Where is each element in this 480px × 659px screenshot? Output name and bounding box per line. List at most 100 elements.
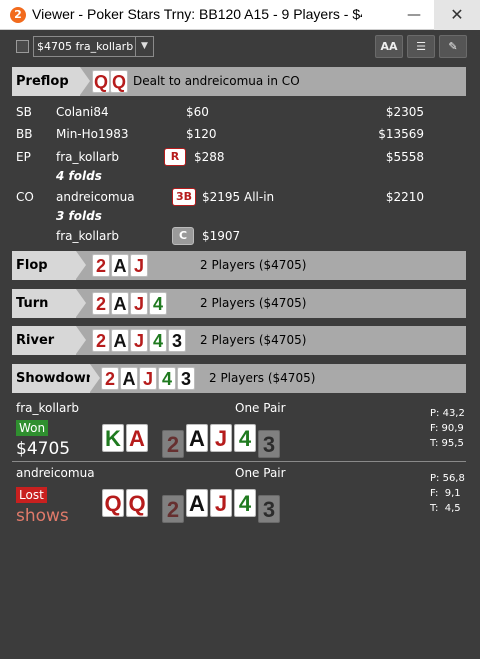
toolbar: $4705 fra_kollarb ▼ AA ☰ ✎ xyxy=(0,31,480,61)
board-card: 3 xyxy=(168,329,186,352)
stat-p: P: 43,2 xyxy=(430,408,465,419)
player-name: fra_kollarb xyxy=(56,229,119,243)
player-name: andreicomua xyxy=(16,466,95,480)
street-river: River 2 A J 4 3 2 Players ($4705) xyxy=(12,326,466,355)
player-name: andreicomua xyxy=(56,190,135,204)
edit-button[interactable]: ✎ xyxy=(439,35,467,58)
board-card: 4 xyxy=(234,424,256,452)
board-card: A xyxy=(111,329,129,352)
won-amount: $4705 xyxy=(16,439,71,459)
street-info: 2 Players ($4705) xyxy=(209,371,316,385)
player-name: Colani84 xyxy=(56,105,109,119)
hole-card: Q xyxy=(110,70,128,93)
list-icon: ☰ xyxy=(416,40,426,53)
street-flop: Flop 2 A J 2 Players ($4705) xyxy=(12,251,466,280)
board-card: A xyxy=(186,489,208,517)
font-size-button[interactable]: AA xyxy=(375,35,403,58)
stat-t: T: 95,5 xyxy=(430,438,464,449)
position: CO xyxy=(16,190,34,204)
app-icon: 2 xyxy=(10,7,26,23)
hand-rank: One Pair xyxy=(235,401,286,415)
shows-label: shows xyxy=(16,506,69,526)
dealt-text: Dealt to andreicomua in CO xyxy=(133,74,300,88)
stack: $2210 xyxy=(385,190,424,204)
action-badge-3bet: 3B xyxy=(172,188,197,206)
board-card: 4 xyxy=(149,292,167,315)
chevron-down-icon[interactable]: ▼ xyxy=(135,37,153,56)
street-label: Flop xyxy=(12,251,76,280)
action-badge-raise: R xyxy=(164,148,186,166)
board-card: J xyxy=(210,424,232,452)
position: BB xyxy=(16,127,33,141)
board-card: A xyxy=(111,292,129,315)
position: EP xyxy=(16,150,31,164)
player-name: Min-Ho1983 xyxy=(56,127,129,141)
street-arrow xyxy=(76,326,86,354)
board-card: 2 xyxy=(92,254,110,277)
stack: $13569 xyxy=(378,127,424,141)
board-card: 2 xyxy=(92,329,110,352)
street-arrow xyxy=(76,289,86,317)
stack: $2305 xyxy=(385,105,424,119)
street-showdown: Showdown 2 A J 4 3 2 Players ($4705) xyxy=(12,364,466,393)
stack: $5558 xyxy=(385,150,424,164)
position: SB xyxy=(16,105,32,119)
stat-p: P: 56,8 xyxy=(430,473,465,484)
stat-t: T: 4,5 xyxy=(430,503,461,514)
status-badge-lost: Lost xyxy=(16,487,47,503)
hand-select[interactable]: $4705 fra_kollarb ▼ xyxy=(33,36,154,57)
window-title: Viewer - Poker Stars Trny: BB120 A15 - 9… xyxy=(32,6,362,22)
player-name: fra_kollarb xyxy=(16,401,79,415)
stat-f: F: 90,9 xyxy=(430,423,464,434)
board-card: 4 xyxy=(149,329,167,352)
board-card: 4 xyxy=(158,367,176,390)
action-amount: $60 xyxy=(186,105,209,119)
board-card: J xyxy=(130,292,148,315)
street-info: 2 Players ($4705) xyxy=(200,296,307,310)
street-info: 2 Players ($4705) xyxy=(200,258,307,272)
board-card: 3 xyxy=(177,367,195,390)
pencil-icon: ✎ xyxy=(448,40,458,53)
folds-count: 3 folds xyxy=(56,209,102,223)
board-card: A xyxy=(120,367,138,390)
street-arrow xyxy=(80,67,90,95)
close-button[interactable]: ✕ xyxy=(434,0,480,30)
board-card: J xyxy=(139,367,157,390)
status-badge-won: Won xyxy=(16,420,49,436)
board-card: A xyxy=(186,424,208,452)
minimize-button[interactable]: — xyxy=(394,0,434,30)
action-badge-call: C xyxy=(172,227,194,245)
board-card: 2 xyxy=(162,430,184,458)
title-bar: 2 Viewer - Poker Stars Trny: BB120 A15 -… xyxy=(0,0,480,30)
board-card: 2 xyxy=(162,495,184,523)
action-amount: $120 xyxy=(186,127,217,141)
street-turn: Turn 2 A J 4 2 Players ($4705) xyxy=(12,289,466,318)
street-label: Preflop xyxy=(12,67,80,96)
board-card: 2 xyxy=(92,292,110,315)
board-card: J xyxy=(210,489,232,517)
street-label: Turn xyxy=(12,289,76,318)
street-label: River xyxy=(12,326,76,355)
board-card: 4 xyxy=(234,489,256,517)
hand-rank: One Pair xyxy=(235,466,286,480)
hand-select-value: $4705 fra_kollarb xyxy=(37,40,134,53)
hole-card: Q xyxy=(102,489,124,517)
street-arrow xyxy=(76,251,86,279)
font-size-icon: AA xyxy=(380,40,398,53)
action-amount: $288 xyxy=(194,150,225,164)
board-card: A xyxy=(111,254,129,277)
player-name: fra_kollarb xyxy=(56,150,119,164)
list-button[interactable]: ☰ xyxy=(407,35,435,58)
hole-card: K xyxy=(102,424,124,452)
divider xyxy=(12,461,466,462)
street-arrow xyxy=(90,364,100,392)
board-card: 3 xyxy=(258,495,280,523)
hole-card: A xyxy=(126,424,148,452)
board-card: J xyxy=(130,254,148,277)
hole-card: Q xyxy=(126,489,148,517)
board-card: 3 xyxy=(258,430,280,458)
select-checkbox[interactable] xyxy=(16,40,29,53)
street-info: 2 Players ($4705) xyxy=(200,333,307,347)
board-card: 2 xyxy=(101,367,119,390)
hole-card: Q xyxy=(92,70,110,93)
